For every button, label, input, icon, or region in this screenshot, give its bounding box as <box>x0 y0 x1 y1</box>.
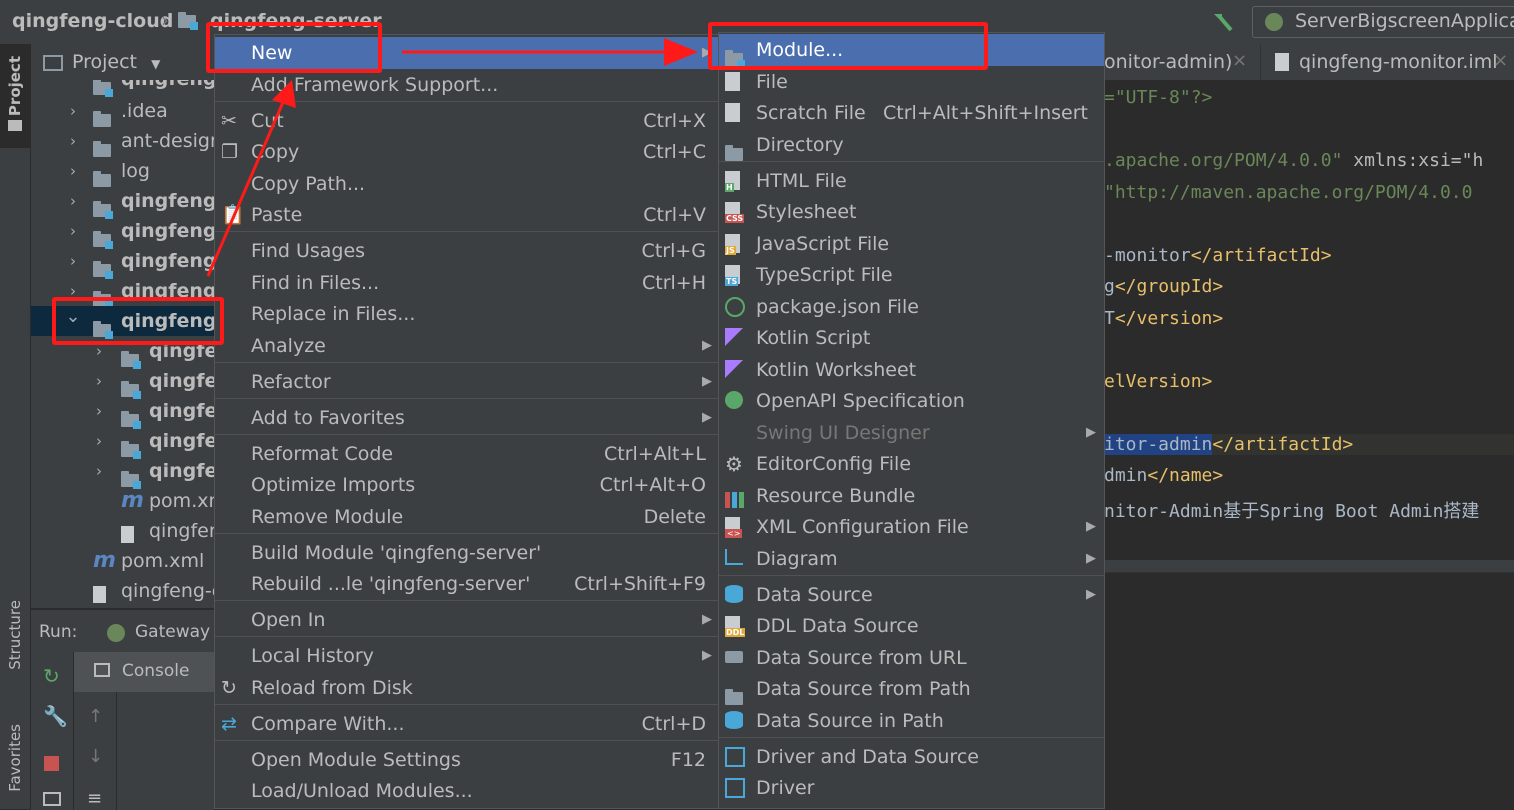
arrow-to-new <box>206 99 286 277</box>
annotation-arrows <box>206 38 698 277</box>
arrow-head-icon <box>272 80 296 108</box>
arrow-head-icon <box>664 38 698 66</box>
